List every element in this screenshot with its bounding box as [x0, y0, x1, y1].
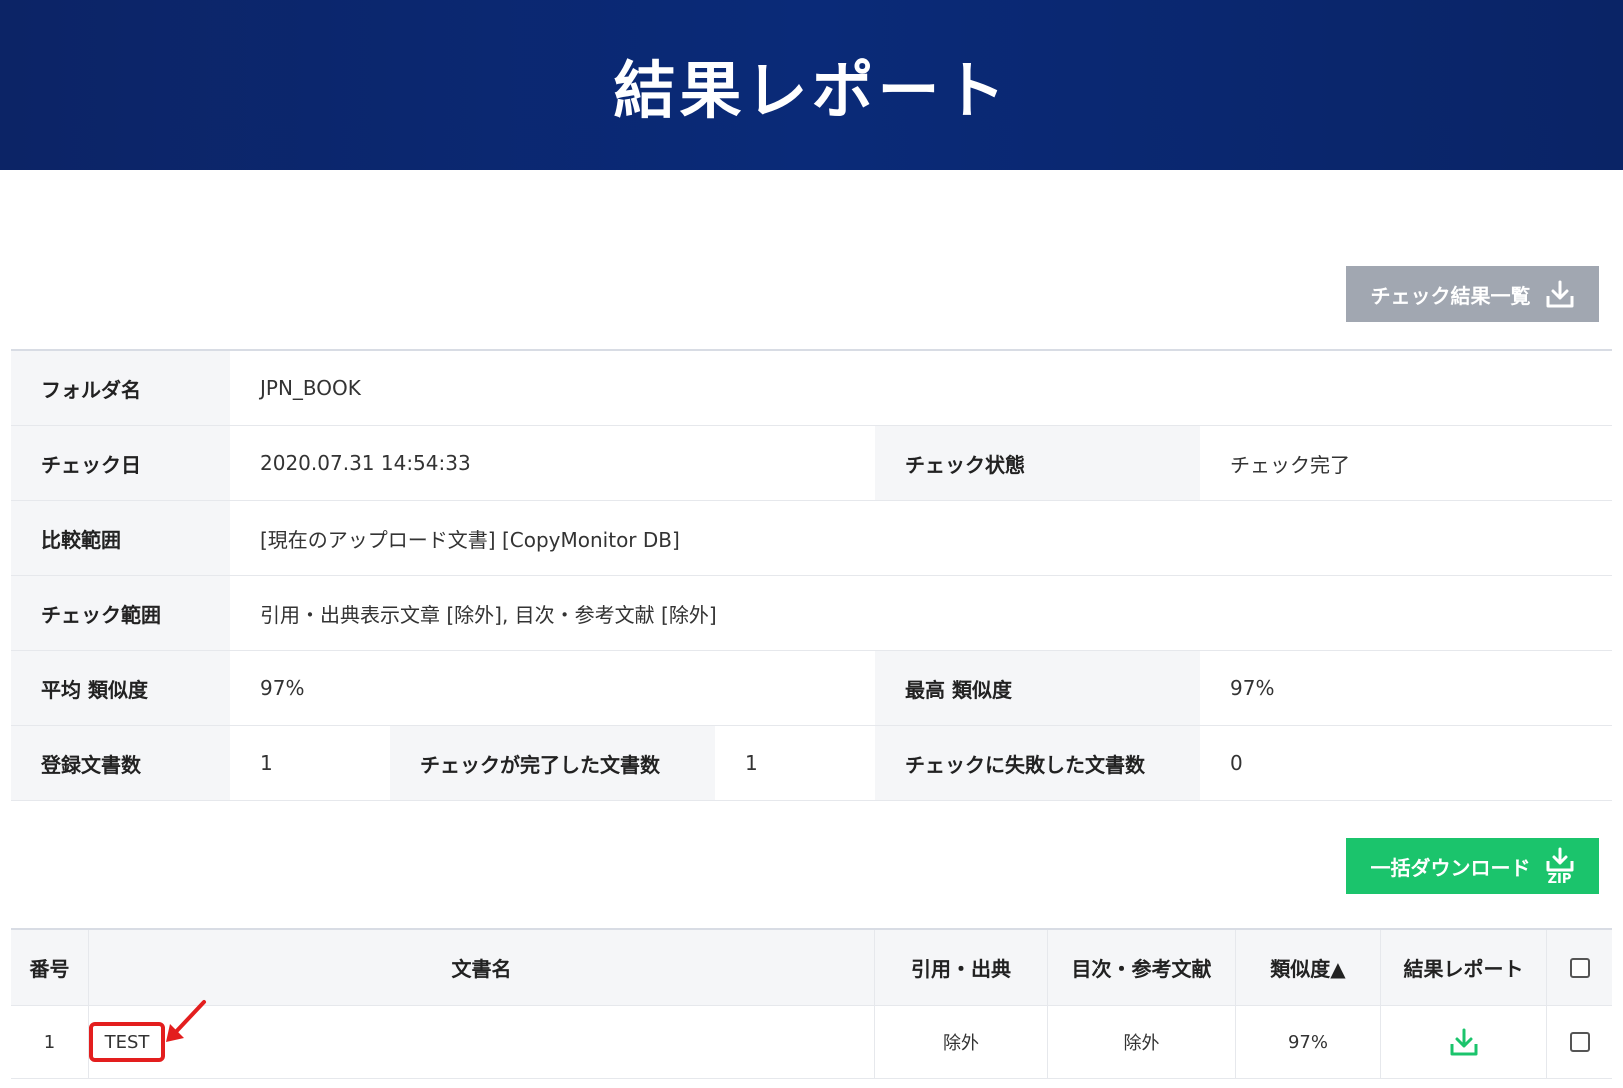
- compare-range-label: 比較範囲: [11, 501, 230, 575]
- download-icon[interactable]: [1448, 1026, 1480, 1058]
- check-status-value: チェック完了: [1200, 426, 1612, 500]
- registered-docs-label: 登録文書数: [11, 726, 230, 800]
- row-similarity: 97%: [1236, 1006, 1381, 1078]
- row-number: 1: [11, 1006, 89, 1078]
- bulk-download-label: 一括ダウンロード: [1370, 855, 1531, 880]
- failed-docs-value: 0: [1200, 726, 1612, 800]
- page-header: 結果レポート: [0, 0, 1623, 170]
- row-checkbox[interactable]: [1569, 1032, 1590, 1052]
- bulk-download-button[interactable]: 一括ダウンロード ZIP: [1346, 838, 1599, 894]
- header-number: 番号: [11, 930, 89, 1005]
- header-report: 結果レポート: [1381, 930, 1547, 1005]
- info-row-doc-counts: 登録文書数 1 チェックが完了した文書数 1 チェックに失敗した文書数 0: [11, 726, 1612, 801]
- completed-docs-value: 1: [715, 726, 875, 800]
- row-citation: 除外: [875, 1006, 1048, 1078]
- check-results-list-label: チェック結果一覧: [1370, 283, 1531, 308]
- table-header-row: 番号 文書名 引用・出典 目次・参考文献 類似度▲ 結果レポート: [11, 930, 1612, 1006]
- row-report-cell: [1381, 1006, 1547, 1078]
- header-doc-name: 文書名: [89, 930, 875, 1005]
- check-date-label: チェック日: [11, 426, 230, 500]
- check-date-value: 2020.07.31 14:54:33: [230, 426, 875, 500]
- check-range-label: チェック範囲: [11, 576, 230, 650]
- check-status-label: チェック状態: [875, 426, 1200, 500]
- check-range-value: 引用・出典表示文章 [除外], 目次・参考文献 [除外]: [230, 576, 1612, 650]
- red-arrow-annotation: [166, 1000, 206, 1042]
- check-results-list-button[interactable]: チェック結果一覧: [1346, 266, 1599, 322]
- row-toc-refs: 除外: [1048, 1006, 1236, 1078]
- max-similarity-value: 97%: [1200, 651, 1612, 725]
- folder-label: フォルダ名: [11, 351, 230, 425]
- row-doc-name[interactable]: TEST: [89, 1022, 165, 1062]
- info-row-check-date: チェック日 2020.07.31 14:54:33 チェック状態 チェック完了: [11, 426, 1612, 501]
- download-zip-icon: ZIP: [1545, 847, 1575, 886]
- completed-docs-label: チェックが完了した文書数: [390, 726, 715, 800]
- header-citation: 引用・出典: [875, 930, 1048, 1005]
- compare-range-value: [現在のアップロード文書] [CopyMonitor DB]: [230, 501, 1612, 575]
- zip-badge: ZIP: [1547, 871, 1572, 887]
- info-row-similarity: 平均 類似度 97% 最高 類似度 97%: [11, 651, 1612, 726]
- table-row: 1 TEST 除外 除外 97%: [11, 1006, 1612, 1079]
- max-similarity-label: 最高 類似度: [875, 651, 1200, 725]
- avg-similarity-value: 97%: [230, 651, 875, 725]
- registered-docs-value: 1: [230, 726, 390, 800]
- page-title: 結果レポート: [613, 54, 1010, 127]
- info-row-folder: フォルダ名 JPN_BOOK: [11, 351, 1612, 426]
- row-select-cell: [1547, 1006, 1612, 1078]
- document-list-table: 番号 文書名 引用・出典 目次・参考文献 類似度▲ 結果レポート 1 TEST …: [11, 928, 1612, 1079]
- info-row-check-range: チェック範囲 引用・出典表示文章 [除外], 目次・参考文献 [除外]: [11, 576, 1612, 651]
- download-icon: [1546, 280, 1573, 308]
- avg-similarity-label: 平均 類似度: [11, 651, 230, 725]
- failed-docs-label: チェックに失敗した文書数: [875, 726, 1200, 800]
- header-select-all: [1547, 930, 1612, 1005]
- report-info-table: フォルダ名 JPN_BOOK チェック日 2020.07.31 14:54:33…: [11, 349, 1612, 801]
- info-row-compare-range: 比較範囲 [現在のアップロード文書] [CopyMonitor DB]: [11, 501, 1612, 576]
- header-toc-refs: 目次・参考文献: [1048, 930, 1236, 1005]
- select-all-checkbox[interactable]: [1569, 957, 1590, 978]
- folder-value: JPN_BOOK: [230, 351, 1612, 425]
- header-similarity[interactable]: 類似度▲: [1236, 930, 1381, 1005]
